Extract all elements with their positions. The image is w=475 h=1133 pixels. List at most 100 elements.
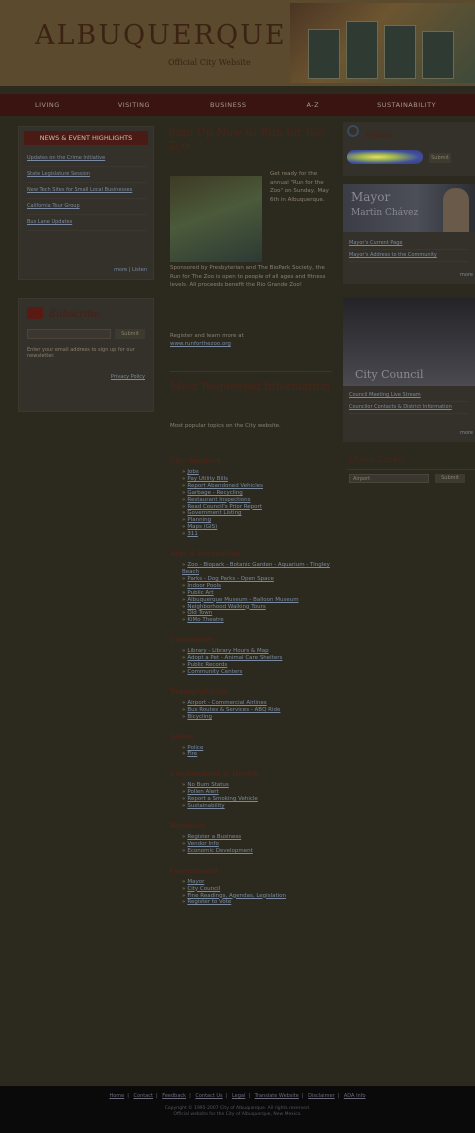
nav-item-a-z[interactable]: A-Z [307, 101, 320, 109]
link-item[interactable]: Indoor Pools [182, 583, 340, 590]
footer-link[interactable]: Translate Website [255, 1093, 299, 1099]
council-link[interactable]: Councilor Contacts & District Informatio… [349, 402, 469, 414]
link-item[interactable]: Public Records [182, 662, 340, 669]
news-highlights: NEWS & EVENT HIGHLIGHTS Updates on the C… [18, 126, 154, 280]
section-title: Arts & Recreation [170, 549, 241, 559]
link-item[interactable]: Planning [182, 517, 340, 524]
nav-item-visiting[interactable]: VISITING [118, 101, 150, 109]
mayor-more-link[interactable]: more [460, 272, 473, 278]
feature-register-link[interactable]: www.runforthezoo.org [170, 341, 231, 347]
nav-item-living[interactable]: LIVING [35, 101, 60, 109]
section-title: Community [170, 635, 216, 645]
section-government: Government Mayor City Council Fine Readi… [170, 866, 340, 907]
footer-links: Home | Contact | Feedback | Contact Us | Leg… [109, 1093, 366, 1099]
mayor-link[interactable]: Mayor's Current Page [349, 238, 469, 250]
subscribe-title: Subscribe [49, 309, 100, 320]
link-item[interactable]: Garbage - Recycling [182, 490, 340, 497]
section-environment-health: Environment & Health No Burn Status Poll… [170, 769, 340, 810]
link-item[interactable]: Bicycling [182, 714, 340, 721]
link-item[interactable]: City Council [182, 886, 340, 893]
section-title: Transportation [170, 686, 229, 696]
feature-image[interactable] [170, 176, 262, 262]
news-item[interactable]: New Tech Sites for Small Local Businesse… [27, 183, 147, 199]
footer-link[interactable]: Legal [232, 1093, 245, 1099]
news-listen-link[interactable]: Listen [132, 267, 147, 273]
news-item[interactable]: Updates on the Crime Initiative [27, 151, 147, 167]
link-item[interactable]: Community Centers [182, 669, 340, 676]
quick-links-select[interactable]: Airport [349, 474, 429, 483]
link-item[interactable]: Zoo - Biopark - Botanic Garden - Aquariu… [182, 562, 340, 576]
news-item[interactable]: California Tour Group [27, 199, 147, 215]
section-community: Community Library - Library Hours & Map … [170, 635, 340, 676]
link-item[interactable]: Pay Utility Bills [182, 476, 340, 483]
council-photo[interactable]: City Council [343, 298, 475, 386]
feature-register-text: Register and learn more at [170, 333, 244, 339]
footer-link[interactable]: Disclaimer [308, 1093, 334, 1099]
link-item[interactable]: Register a Business [182, 834, 340, 841]
mayor-photo[interactable]: Mayor Martin Chávez [343, 184, 475, 232]
site-logo[interactable]: ALBUQUERQUE [35, 20, 287, 51]
feature-side-text: Get ready for the annual "Run for the Zo… [270, 171, 329, 203]
link-item[interactable]: Library - Library Hours & Map [182, 648, 340, 655]
news-item[interactable]: Bus Lane Updates [27, 215, 147, 231]
divider [347, 469, 475, 470]
link-item[interactable]: Vendor Info [182, 841, 340, 848]
link-item[interactable]: Public Art [182, 590, 340, 597]
link-item[interactable]: Albuquerque Museum - Balloon Museum [182, 597, 340, 604]
mayor-link[interactable]: Mayor's Address to the Community [349, 250, 469, 262]
link-item[interactable]: Airport - Commercial Airlines [182, 700, 340, 707]
link-item[interactable]: Neighborhood Walking Tours [182, 604, 340, 611]
news-more-link[interactable]: more [114, 267, 127, 273]
subscribe-email-input[interactable] [27, 329, 111, 339]
footer-link[interactable]: Feedback [162, 1093, 186, 1099]
link-item[interactable]: Old Town [182, 610, 340, 617]
link-item[interactable]: Maps (GIS) [182, 524, 340, 531]
feature-title[interactable]: Sign Up Now to Run for the Zoo [168, 126, 333, 152]
link-item[interactable]: Economic Development [182, 848, 340, 855]
council-link[interactable]: Council Meeting Live Stream [349, 390, 469, 402]
search-input[interactable] [347, 150, 423, 164]
link-item[interactable]: Report Abandoned Vehicles [182, 483, 340, 490]
link-item[interactable]: Read Council's Prior Report [182, 504, 340, 511]
quick-links-box: Quick Links! Airport Submit [343, 452, 475, 492]
link-item[interactable]: Pollen Alert [182, 789, 340, 796]
link-item[interactable]: Police [182, 745, 340, 752]
link-item[interactable]: Bus Routes & Services - ABQ Ride [182, 707, 340, 714]
subscribe-submit-button[interactable]: Submit [115, 329, 145, 339]
link-item[interactable]: Sustainability [182, 803, 340, 810]
link-item[interactable]: Adopt a Pet - Animal Care Shelters [182, 655, 340, 662]
nav-item-sustainability[interactable]: SUSTAINABILITY [377, 101, 436, 109]
link-item[interactable]: Fire [182, 751, 340, 758]
nav-item-business[interactable]: BUSINESS [210, 101, 246, 109]
link-item[interactable]: Mayor [182, 879, 340, 886]
logo-subtitle: Official City Website [168, 58, 251, 67]
link-item[interactable]: Government Listing [182, 510, 340, 517]
section-transportation: Transportation Airport - Commercial Airl… [170, 687, 340, 721]
link-item[interactable]: KiMo Theatre [182, 617, 340, 624]
footer-link[interactable]: Contact Us [195, 1093, 222, 1099]
section-business: Business Register a Business Vendor Info… [170, 821, 340, 855]
news-item[interactable]: State Legislature Session [27, 167, 147, 183]
most-requested-sections: City Services Jobs Pay Utility Bills Rep… [170, 456, 340, 917]
feature-body-text: Sponsored by Presbyterian and The BioPar… [170, 265, 326, 288]
privacy-policy-link[interactable]: Privacy Policy [111, 374, 145, 380]
search-submit-button[interactable]: Submit [429, 153, 451, 163]
link-item[interactable]: Report a Smoking Vehicle [182, 796, 340, 803]
link-item[interactable]: Parks - Dog Parks - Open Space [182, 576, 340, 583]
news-footer: more | Listen [114, 267, 147, 273]
link-item[interactable]: 311 [182, 531, 340, 538]
footer-link[interactable]: Contact [134, 1093, 153, 1099]
link-item[interactable]: Fine Readings, Agendas, Legislation [182, 893, 340, 900]
footer-link[interactable]: ADA Info [344, 1093, 366, 1099]
council-more-link[interactable]: more [460, 430, 473, 436]
council-title: City Council [355, 368, 424, 381]
search-icon [347, 125, 359, 137]
main-content: Sign Up Now to Run for the Zoo Get ready… [168, 126, 333, 905]
link-item[interactable]: Register to Vote [182, 899, 340, 906]
link-item[interactable]: Jobs [182, 469, 340, 476]
link-item[interactable]: No Burn Status [182, 782, 340, 789]
footer-link[interactable]: Home [109, 1093, 124, 1099]
link-item[interactable]: Restaurant Inspections [182, 497, 340, 504]
search-box: Search Submit [343, 122, 475, 176]
quick-links-submit-button[interactable]: Submit [435, 474, 465, 483]
